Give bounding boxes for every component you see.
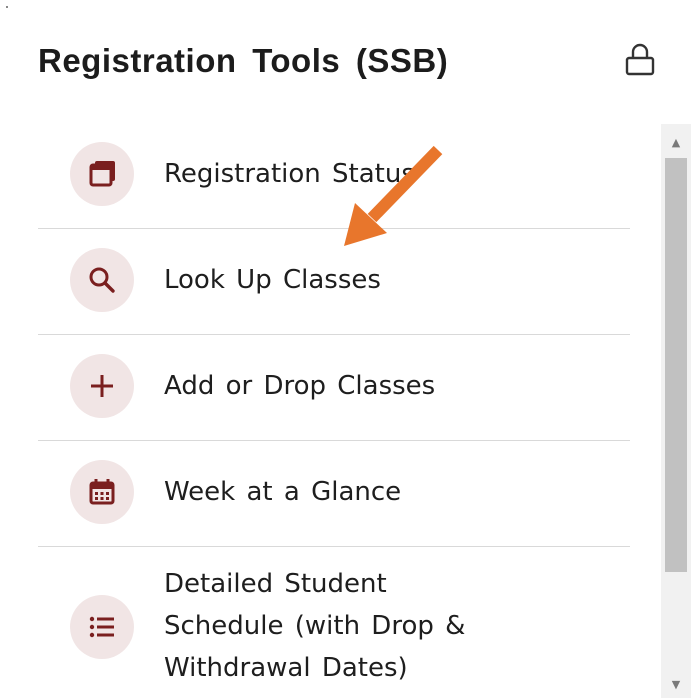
item-label: Add or Drop Classes bbox=[164, 371, 436, 401]
list-item-registration-status[interactable]: Registration Status bbox=[38, 120, 630, 228]
item-label: Registration Status bbox=[164, 159, 415, 189]
tools-list: Registration Status Look Up Classes Add … bbox=[38, 120, 630, 698]
lock-icon[interactable] bbox=[622, 40, 658, 80]
windows-icon bbox=[89, 161, 115, 187]
list-item-detailed-student-schedule[interactable]: Detailed Student Schedule (with Drop & W… bbox=[38, 547, 630, 698]
vertical-scrollbar[interactable]: ▲ ▼ bbox=[661, 124, 691, 698]
search-icon bbox=[89, 267, 115, 293]
list-item-add-or-drop-classes[interactable]: Add or Drop Classes bbox=[38, 335, 630, 441]
item-label: Week at a Glance bbox=[164, 477, 402, 507]
list-item-week-at-a-glance[interactable]: Week at a Glance bbox=[38, 441, 630, 547]
item-label: Look Up Classes bbox=[164, 265, 381, 295]
panel-title: Registration Tools (SSB) bbox=[38, 42, 449, 79]
corner-mark bbox=[6, 6, 8, 8]
scroll-down-arrow[interactable]: ▼ bbox=[661, 670, 691, 698]
scrollbar-thumb[interactable] bbox=[665, 158, 687, 572]
list-icon bbox=[89, 616, 114, 638]
item-label: Detailed Student Schedule (with Drop & W… bbox=[164, 563, 465, 689]
scroll-up-arrow[interactable]: ▲ bbox=[661, 128, 691, 156]
item-label-line: Withdrawal Dates) bbox=[164, 653, 408, 683]
item-label-line: Detailed Student bbox=[164, 569, 387, 599]
plus-icon bbox=[91, 375, 113, 397]
item-label-line: Schedule (with Drop & bbox=[164, 611, 466, 641]
list-item-look-up-classes[interactable]: Look Up Classes bbox=[38, 229, 630, 335]
calendar-icon bbox=[89, 479, 115, 505]
